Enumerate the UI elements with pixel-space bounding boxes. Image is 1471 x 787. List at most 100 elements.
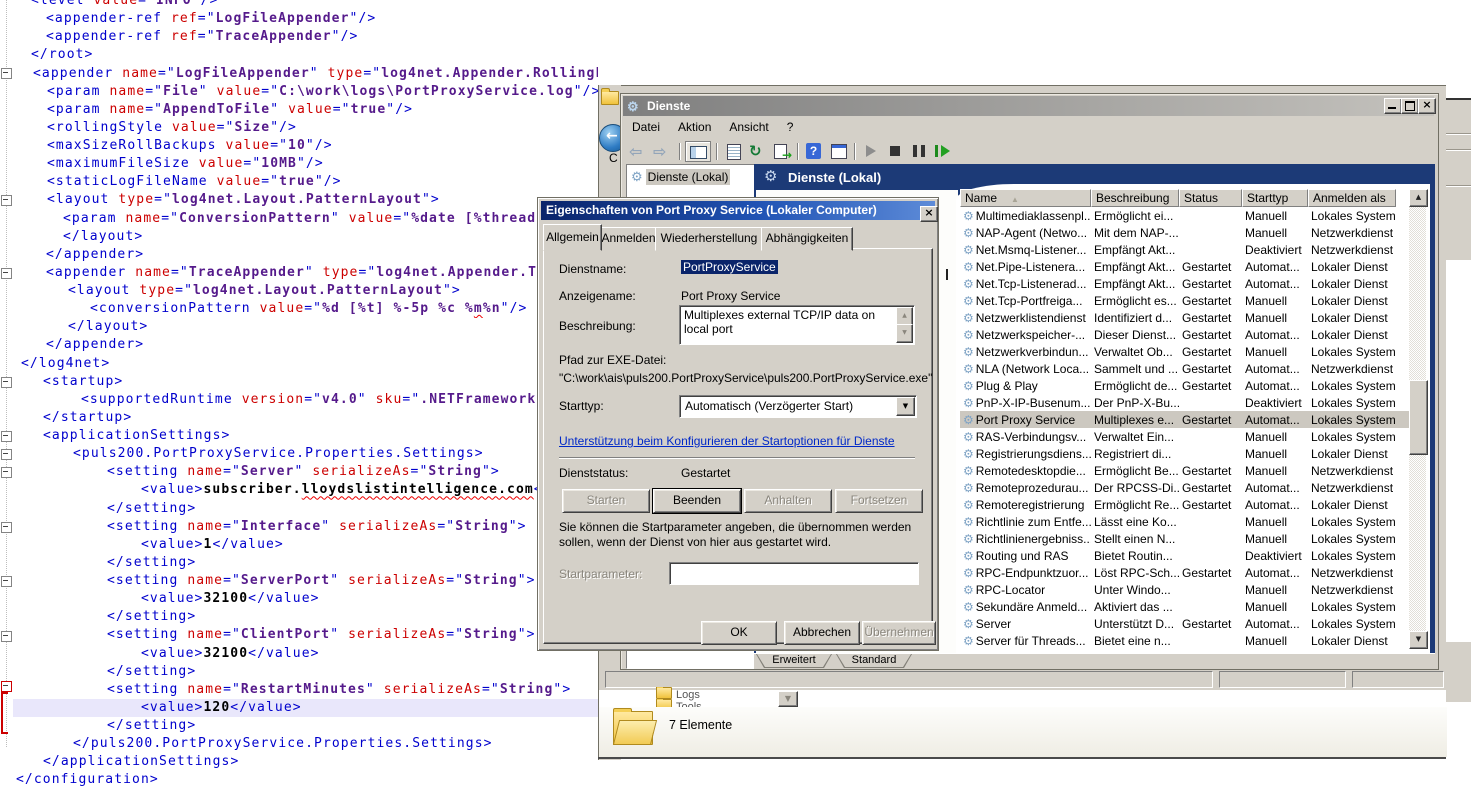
code-line[interactable]: <param name="AppendToFile" value="true"/…: [13, 101, 598, 119]
code-line[interactable]: <supportedRuntime version="v4.0" sku=".N…: [13, 391, 598, 409]
service-row[interactable]: ⚙Routing und RASBietet Routin...Deaktivi…: [960, 547, 1409, 564]
service-row[interactable]: ⚙Net.Tcp-Portfreiga...Ermöglicht es...Ge…: [960, 292, 1409, 309]
menu-bar[interactable]: DateiAktionAnsicht?: [623, 116, 1434, 138]
view-tab-standard[interactable]: Standard: [836, 654, 912, 668]
scroll-down-icon[interactable]: ▼: [896, 324, 913, 343]
code-line[interactable]: <rollingStyle value="Size"/>: [13, 119, 598, 137]
tree-item-dienste-lokal[interactable]: ⚙Dienste (Lokal): [631, 169, 730, 185]
scroll-up-button[interactable]: ▲: [1409, 189, 1428, 207]
selected-service-row[interactable]: ⚙Port Proxy ServiceMultiplexes e...Gesta…: [960, 411, 1409, 428]
play-toolbar-icon[interactable]: [860, 141, 882, 162]
close-button[interactable]: ×: [1418, 98, 1436, 114]
code-line[interactable]: <value>1</value>: [13, 536, 598, 554]
code-line[interactable]: <layout type="log4net.Layout.PatternLayo…: [13, 282, 598, 300]
list-header-row[interactable]: Name▲BeschreibungStatusStarttypAnmelden …: [960, 189, 1409, 207]
stop-toolbar-icon[interactable]: [884, 141, 906, 162]
service-row[interactable]: ⚙RAS-Verbindungsv...Verwaltet Ein...Manu…: [960, 428, 1409, 445]
beenden-button[interactable]: Beenden: [653, 489, 741, 513]
code-folding-gutter[interactable]: [0, 0, 13, 787]
fold-toggle-icon[interactable]: [1, 449, 12, 460]
service-row[interactable]: ⚙RemoteregistrierungErmöglicht Re...Gest…: [960, 496, 1409, 513]
code-line[interactable]: </setting>: [13, 554, 598, 572]
refresh-toolbar-icon[interactable]: [746, 141, 768, 162]
column-header-starttyp[interactable]: Starttyp: [1242, 189, 1308, 207]
service-row[interactable]: ⚙RPC-Endpunktzuor...Löst RPC-Sch...Gesta…: [960, 564, 1409, 581]
column-header-anmeldenals[interactable]: Anmelden als: [1308, 189, 1396, 207]
code-line[interactable]: <appender name="LogFileAppender" type="l…: [13, 65, 598, 83]
code-line[interactable]: <setting name="RestartMinutes" serialize…: [13, 681, 598, 699]
tab-anmelden[interactable]: Anmelden: [600, 227, 657, 251]
code-line[interactable]: <value>subscriber.lloydslistintelligence…: [13, 481, 598, 499]
chevron-down-icon[interactable]: ▼: [896, 397, 915, 416]
code-line[interactable]: <startup>: [13, 373, 598, 391]
code-line[interactable]: </applicationSettings>: [13, 753, 598, 771]
code-line[interactable]: </setting>: [13, 608, 598, 626]
code-line[interactable]: </setting>: [13, 663, 598, 681]
fold-toggle-icon[interactable]: [1, 467, 12, 478]
startparameter-input[interactable]: [669, 562, 919, 585]
service-row[interactable]: ⚙Netzwerkspeicher-...Dieser Dienst...Ges…: [960, 326, 1409, 343]
code-line[interactable]: <level value="INFO"/>: [13, 0, 598, 10]
code-line[interactable]: </puls200.PortProxyService.Properties.Se…: [13, 735, 598, 753]
service-row[interactable]: ⚙Registrierungsdiens...Registriert di...…: [960, 445, 1409, 462]
pause-toolbar-icon[interactable]: [908, 141, 930, 162]
services-title-bar[interactable]: ⚙ Dienste ×: [623, 96, 1434, 116]
code-line[interactable]: <param name="File" value="C:\work\logs\P…: [13, 83, 598, 101]
code-line[interactable]: <setting name="ServerPort" serializeAs="…: [13, 572, 598, 590]
service-row[interactable]: ⚙Richtlinie zum Entfe...Lässt eine Ko...…: [960, 513, 1409, 530]
code-line[interactable]: <value>32100</value>: [13, 590, 598, 608]
tree-toolbar-icon[interactable]: [685, 141, 711, 162]
startoptions-help-link[interactable]: Unterstützung beim Konfigurieren der Sta…: [559, 434, 895, 448]
tab-allgemein[interactable]: Allgemein: [543, 224, 602, 251]
service-row[interactable]: ⚙Remotedesktopdie...Ermöglicht Be...Gest…: [960, 462, 1409, 479]
fold-toggle-icon[interactable]: [1, 631, 12, 642]
service-row[interactable]: ⚙Richtlinienergebniss...Stellt einen N..…: [960, 530, 1409, 547]
column-header-beschreibung[interactable]: Beschreibung: [1091, 189, 1179, 207]
service-row[interactable]: ⚙Net.Msmq-Listener...Empfängt Akt...Deak…: [960, 241, 1409, 258]
starttyp-combobox[interactable]: Automatisch (Verzögerter Start) ▼: [679, 395, 917, 418]
column-header-status[interactable]: Status: [1179, 189, 1242, 207]
service-row[interactable]: ⚙RPC-LocatorUnter Windo...ManuellNetzwer…: [960, 581, 1409, 598]
service-row[interactable]: ⚙NAP-Agent (Netwo...Mit dem NAP-...Manue…: [960, 224, 1409, 241]
menu-item-aktion[interactable]: Aktion: [669, 116, 720, 138]
menu-item-datei[interactable]: Datei: [623, 116, 669, 138]
dialog-title-bar[interactable]: Eigenschaften von Port Proxy Service (Lo…: [541, 201, 935, 220]
code-line[interactable]: <appender-ref ref="LogFileAppender"/>: [13, 10, 598, 28]
scroll-down-button[interactable]: ▼: [1409, 631, 1428, 649]
code-line[interactable]: <staticLogFileName value="true"/>: [13, 173, 598, 191]
code-line[interactable]: </layout>: [13, 318, 598, 336]
fold-toggle-icon[interactable]: [1, 681, 12, 692]
forward-toolbar-icon[interactable]: [652, 141, 674, 162]
fold-toggle-icon[interactable]: [1, 195, 12, 206]
dropdown-button[interactable]: ▼: [778, 691, 798, 707]
code-line[interactable]: <layout type="log4net.Layout.PatternLayo…: [13, 191, 598, 209]
services-list[interactable]: Name▲BeschreibungStatusStarttypAnmelden …: [960, 189, 1409, 649]
tab-wiederherstellung[interactable]: Wiederherstellung: [655, 227, 763, 251]
code-line[interactable]: <maximumFileSize value="10MB"/>: [13, 155, 598, 173]
code-line[interactable]: </startup>: [13, 409, 598, 427]
restart-toolbar-icon[interactable]: [932, 141, 954, 162]
service-row[interactable]: ⚙ServerUnterstützt D...GestartetAutomat.…: [960, 615, 1409, 632]
code-line[interactable]: </appender>: [13, 336, 598, 354]
code-line[interactable]: </configuration>: [13, 771, 598, 787]
xml-editor[interactable]: <level value="INFO"/><appender-ref ref="…: [0, 0, 598, 787]
code-line[interactable]: </log4net>: [13, 355, 598, 373]
export-toolbar-icon[interactable]: [770, 141, 792, 162]
code-line[interactable]: <value>32100</value>: [13, 645, 598, 663]
dienstname-value[interactable]: PortProxyService: [681, 260, 778, 274]
code-area[interactable]: <level value="INFO"/><appender-ref ref="…: [13, 0, 598, 787]
menu-item-ansicht[interactable]: Ansicht: [720, 116, 777, 138]
service-row[interactable]: ⚙NetzwerklistendienstIdentifiziert d...G…: [960, 309, 1409, 326]
fold-toggle-icon[interactable]: [1, 377, 12, 388]
abbrechen-button[interactable]: Abbrechen: [784, 621, 860, 645]
column-header-name[interactable]: Name▲: [960, 189, 1091, 207]
list-scrollbar[interactable]: ▲ ▼: [1409, 189, 1426, 649]
service-row[interactable]: ⚙Multimediaklassenpl...Ermöglicht ei...M…: [960, 207, 1409, 224]
service-row[interactable]: ⚙NLA (Network Loca...Sammelt und ...Gest…: [960, 360, 1409, 377]
service-row[interactable]: ⚙PnP-X-IP-Busenum...Der PnP-X-Bu...Deakt…: [960, 394, 1409, 411]
minimize-button[interactable]: [1384, 98, 1402, 114]
code-line[interactable]: </root>: [13, 46, 598, 64]
service-row[interactable]: ⚙Server für Threads...Bietet eine n...Ma…: [960, 632, 1409, 649]
maximize-button[interactable]: [1401, 98, 1419, 114]
highlighted-code-line[interactable]: <value>120</value>: [13, 699, 598, 717]
